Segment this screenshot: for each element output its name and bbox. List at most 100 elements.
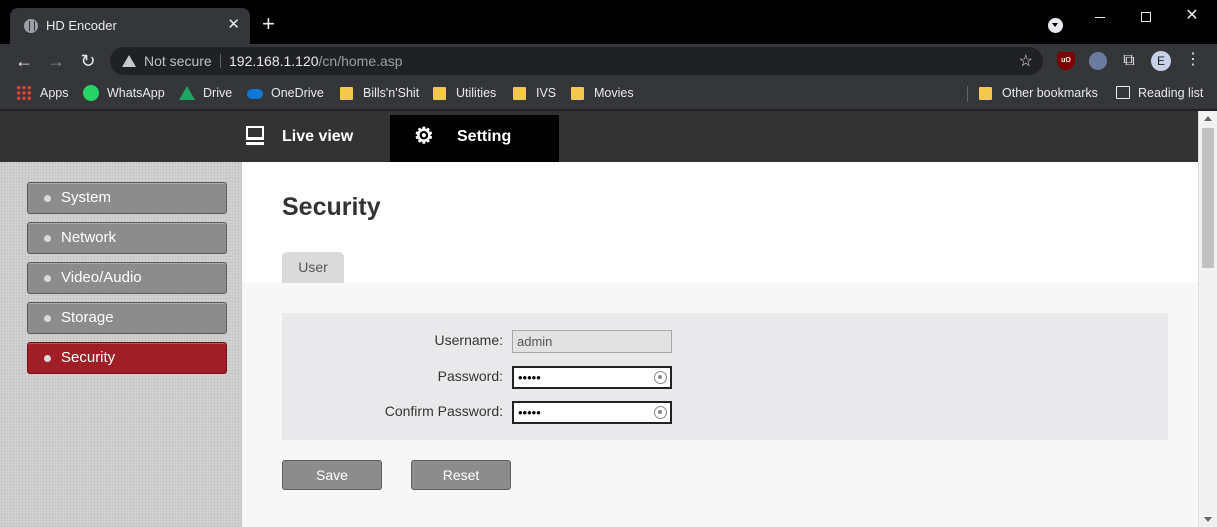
bookmark-label: OneDrive [271, 86, 324, 100]
tab-live-view-label: Live view [282, 128, 354, 145]
forward-arrow-icon[interactable]: → [43, 48, 69, 74]
bookmark-star-icon[interactable]: ☆ [1019, 51, 1033, 71]
warning-icon[interactable] [122, 55, 136, 67]
apps-grid-icon [16, 85, 32, 101]
scroll-down-arrow-icon[interactable] [1204, 517, 1212, 522]
save-button[interactable]: Save [282, 460, 382, 490]
bookmark-apps[interactable]: Apps [16, 85, 69, 103]
reading-list[interactable]: Reading list [1116, 85, 1203, 103]
bullet-icon [44, 195, 51, 202]
maximize-button[interactable] [1123, 4, 1169, 28]
browser-toolbar: ← → ↻ Not secure 192.168.1.120/cn/home.a… [0, 44, 1217, 78]
sidebar-item-label: Video/Audio [61, 269, 142, 286]
sidebar-item-video-audio[interactable]: Video/Audio [27, 262, 227, 294]
page-viewport: Live view ⚙ Setting System Network Video… [0, 111, 1198, 527]
sidebar-item-label: Security [61, 349, 116, 366]
reset-button[interactable]: Reset [411, 460, 511, 490]
profile-avatar[interactable]: E [1151, 51, 1171, 71]
folder-icon [979, 87, 992, 100]
page-title: Security [282, 193, 381, 221]
confirm-password-label: Confirm Password: [384, 403, 503, 419]
show-password-icon[interactable] [654, 371, 667, 384]
folder-icon [513, 87, 526, 100]
other-bookmarks[interactable]: Other bookmarks [979, 85, 1098, 103]
bookmark-label: Utilities [456, 86, 497, 100]
folder-icon [433, 87, 446, 100]
bookmark-onedrive[interactable]: OneDrive [247, 85, 324, 103]
sidebar-item-label: Storage [61, 309, 114, 326]
confirm-password-row: Confirm Password: [282, 401, 1168, 425]
bookmark-label: Apps [40, 86, 69, 100]
tab-close-icon[interactable]: ✕ [227, 16, 240, 34]
user-form-panel: Username: Password: Confirm Password: [282, 313, 1168, 440]
bullet-icon [44, 315, 51, 322]
tab-search-icon[interactable] [1048, 18, 1063, 33]
maximize-icon [1141, 12, 1151, 23]
bookmarks-separator [967, 86, 968, 102]
globe-icon [24, 19, 38, 33]
password-row: Password: [282, 366, 1168, 390]
bullet-icon [44, 355, 51, 362]
bookmark-drive[interactable]: Drive [179, 85, 232, 103]
bookmark-label: Other bookmarks [1002, 86, 1098, 100]
gear-icon: ⚙ [414, 123, 434, 148]
puzzle-icon[interactable]: ⧉ [1120, 52, 1138, 70]
sidebar-item-security[interactable]: Security [27, 342, 227, 374]
not-secure-label[interactable]: Not secure [144, 53, 212, 69]
tab-setting[interactable]: ⚙ Setting [390, 115, 559, 162]
bookmarks-bar: Apps WhatsApp Drive OneDrive Bills'n'Shi… [0, 78, 1217, 110]
onedrive-icon [247, 89, 263, 99]
bookmark-label: Reading list [1138, 86, 1204, 100]
scrollbar-thumb[interactable] [1202, 128, 1214, 268]
bookmark-ivs-folder[interactable]: IVS [513, 85, 556, 103]
url-text[interactable]: 192.168.1.120/cn/home.asp [229, 53, 403, 69]
confirm-password-field[interactable] [512, 401, 672, 424]
bookmark-movies-folder[interactable]: Movies [571, 85, 634, 103]
sidebar-item-network[interactable]: Network [27, 222, 227, 254]
tab-live-view[interactable]: Live view [232, 115, 390, 162]
sidebar-item-system[interactable]: System [27, 182, 227, 214]
new-tab-button[interactable]: + [262, 12, 275, 36]
bookmark-bills-folder[interactable]: Bills'n'Shit [340, 85, 419, 103]
tab-title: HD Encoder [46, 18, 117, 33]
browser-tab[interactable]: HD Encoder ✕ [10, 8, 250, 44]
bookmark-label: Movies [594, 86, 634, 100]
password-field[interactable] [512, 366, 672, 389]
username-field[interactable] [512, 330, 672, 353]
address-bar[interactable]: Not secure 192.168.1.120/cn/home.asp ☆ [110, 47, 1043, 75]
bullet-icon [44, 235, 51, 242]
window-close-button[interactable]: ✕ [1169, 4, 1215, 28]
google-drive-icon [179, 86, 195, 100]
bookmark-whatsapp[interactable]: WhatsApp [83, 85, 165, 103]
scroll-up-arrow-icon[interactable] [1204, 116, 1212, 121]
bookmark-label: Drive [203, 86, 233, 100]
whatsapp-icon [83, 85, 99, 101]
folder-icon [571, 87, 584, 100]
monitor-icon [246, 126, 264, 145]
tab-setting-label: Setting [457, 128, 512, 145]
ublock-origin-icon[interactable]: uO [1057, 52, 1075, 70]
bullet-icon [44, 275, 51, 282]
bookmark-label: Bills'n'Shit [363, 86, 420, 100]
reload-icon[interactable]: ↻ [75, 48, 101, 74]
show-confirm-password-icon[interactable] [654, 406, 667, 419]
sidebar-item-label: Network [61, 229, 117, 246]
address-separator [220, 54, 221, 68]
url-host: 192.168.1.120 [229, 53, 319, 69]
more-options-icon[interactable]: ⋮ [1185, 50, 1201, 70]
minimize-icon [1095, 16, 1105, 18]
spy-extension-icon[interactable] [1089, 52, 1107, 70]
bookmark-label: IVS [536, 86, 557, 100]
sidebar-item-storage[interactable]: Storage [27, 302, 227, 334]
page-scrollbar[interactable] [1198, 111, 1217, 527]
folder-icon [340, 87, 353, 100]
minimize-button[interactable] [1077, 4, 1123, 28]
bookmark-utilities-folder[interactable]: Utilities [433, 85, 496, 103]
tab-user[interactable]: User [282, 252, 344, 283]
url-path: /cn/home.asp [318, 53, 403, 69]
content-header-area [242, 162, 1198, 283]
tab-strip: HD Encoder ✕ + ✕ [0, 0, 1217, 44]
back-arrow-icon[interactable]: ← [11, 48, 37, 74]
top-navigation: Live view ⚙ Setting [0, 111, 1198, 162]
bookmark-label: WhatsApp [107, 86, 165, 100]
